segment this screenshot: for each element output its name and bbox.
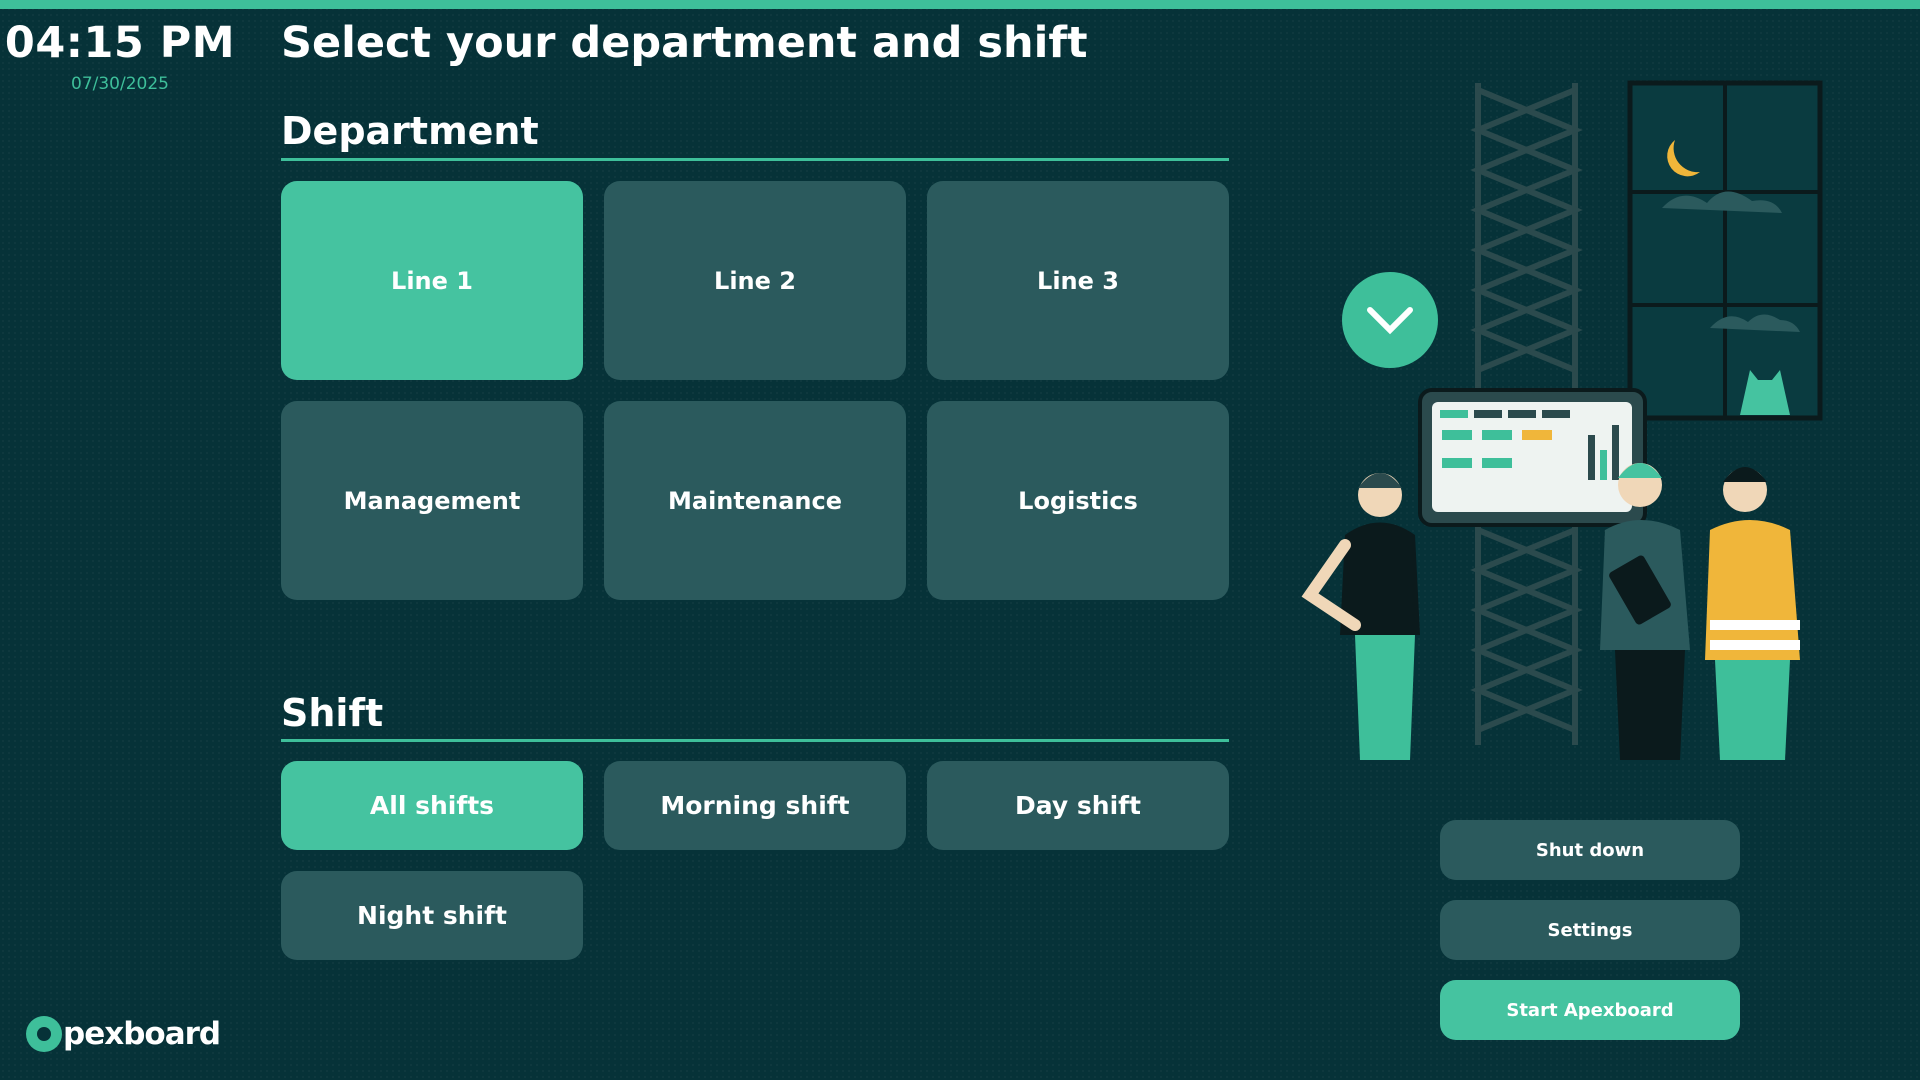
- logo-wordmark: pexboard: [63, 1016, 221, 1052]
- shift-heading: Shift: [281, 691, 384, 735]
- department-heading: Department: [281, 109, 539, 153]
- clock: 04:15 PM 07/30/2025: [0, 18, 240, 94]
- shift-option-morning[interactable]: Morning shift: [604, 761, 906, 850]
- workers-illustration: [1301, 80, 1823, 760]
- shut-down-button[interactable]: Shut down: [1440, 820, 1740, 880]
- top-accent-bar: [0, 0, 1920, 9]
- clock-date: 07/30/2025: [71, 74, 169, 94]
- clock-time: 04:15 PM: [4, 18, 236, 68]
- settings-button[interactable]: Settings: [1440, 900, 1740, 960]
- department-option-line-1[interactable]: Line 1: [281, 181, 583, 380]
- department-option-management[interactable]: Management: [281, 401, 583, 600]
- department-option-maintenance[interactable]: Maintenance: [604, 401, 906, 600]
- apexboard-logo-icon: [26, 1016, 62, 1052]
- shift-option-day[interactable]: Day shift: [927, 761, 1229, 850]
- dashboard-tablet-illustration: [1418, 388, 1647, 527]
- page-title: Select your department and shift: [281, 18, 1088, 68]
- apexboard-logo: pexboard: [26, 1016, 221, 1052]
- app-root: 04:15 PM 07/30/2025 Select your departme…: [0, 0, 1920, 1080]
- start-apexboard-button[interactable]: Start Apexboard: [1440, 980, 1740, 1040]
- department-option-line-2[interactable]: Line 2: [604, 181, 906, 380]
- chevron-down-icon: [1342, 272, 1438, 368]
- worker-safety-vest-illustration: [1705, 467, 1800, 760]
- shift-option-night[interactable]: Night shift: [281, 871, 583, 960]
- night-window-illustration: [1627, 80, 1823, 421]
- shift-option-all[interactable]: All shifts: [281, 761, 583, 850]
- shift-divider: [281, 739, 1229, 742]
- department-option-logistics[interactable]: Logistics: [927, 401, 1229, 600]
- department-divider: [281, 158, 1229, 161]
- department-option-line-3[interactable]: Line 3: [927, 181, 1229, 380]
- worker-woman-illustration: [1301, 473, 1420, 760]
